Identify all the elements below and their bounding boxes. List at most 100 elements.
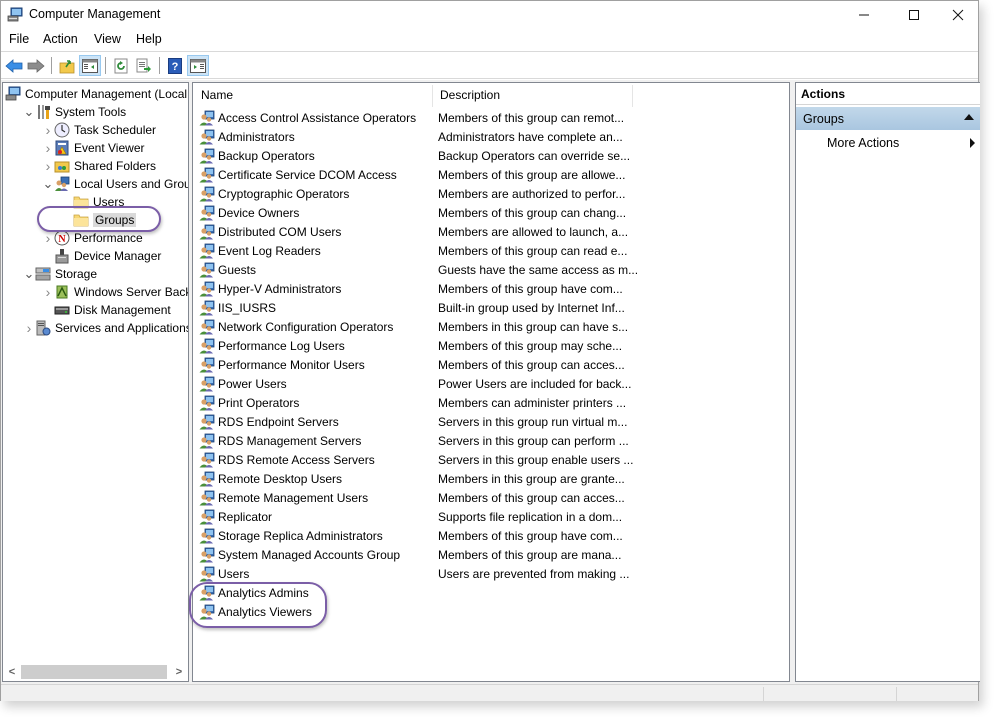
menu-view[interactable]: View [94, 32, 121, 46]
minimize-button[interactable] [841, 1, 887, 29]
group-row-performance-log-users[interactable]: Performance Log Users Members of this gro… [193, 336, 789, 355]
group-row-remote-desktop-users[interactable]: Remote Desktop Users Members in this grou… [193, 469, 789, 488]
group-row-access-control-assistance-operators[interactable]: Access Control Assistance Operators Membe… [193, 108, 789, 127]
collapse-caret-icon[interactable] [964, 114, 974, 120]
group-name: Remote Desktop Users [218, 471, 343, 486]
group-row-backup-operators[interactable]: Backup Operators Backup Operators can ove… [193, 146, 789, 165]
group-row-users[interactable]: Users Users are prevented from making ... [193, 564, 789, 583]
tree-item-users[interactable]: Users [61, 193, 124, 211]
tree-horizontal-scrollbar[interactable]: < > [4, 664, 187, 680]
tree-item-device-manager[interactable]: Device Manager [42, 247, 161, 265]
group-row-network-configuration-operators[interactable]: Network Configuration Operators Members i… [193, 317, 789, 336]
tree-item-windows-server-backup[interactable]: › Windows Server Backup [42, 283, 188, 301]
column-divider[interactable] [632, 85, 633, 107]
tree-item-label: Storage [55, 267, 98, 281]
group-name-cell: Hyper-V Administrators [199, 281, 341, 297]
tree-item-disk-management[interactable]: Disk Management [42, 301, 171, 319]
export-list-button[interactable] [133, 55, 155, 76]
tree-item-performance[interactable]: › N Performance [42, 229, 143, 247]
group-description: Servers in this group can perform ... [438, 433, 629, 448]
close-button[interactable] [935, 1, 981, 29]
group-name: RDS Remote Access Servers [218, 452, 375, 467]
collapsed-chevron-icon[interactable]: › [42, 122, 54, 138]
refresh-button[interactable] [110, 55, 132, 76]
group-row-rds-remote-access-servers[interactable]: RDS Remote Access Servers Servers in this… [193, 450, 789, 469]
tree-item-event-viewer[interactable]: › Event Viewer [42, 139, 145, 157]
group-name: Analytics Admins [218, 585, 309, 600]
scroll-left-icon[interactable]: < [4, 664, 20, 680]
tree-item-services-and-applications[interactable]: › Services and Applications [23, 319, 188, 337]
group-icon [199, 547, 215, 563]
group-row-guests[interactable]: Guests Guests have the same access as m..… [193, 260, 789, 279]
group-row-iis-iusrs[interactable]: IIS_IUSRS Built-in group used by Internet… [193, 298, 789, 317]
computer-management-icon [5, 86, 21, 102]
group-description: Members of this group have com... [438, 281, 623, 296]
group-icon [199, 528, 215, 544]
group-name-cell: Certificate Service DCOM Access [199, 167, 397, 183]
group-icon [199, 376, 215, 392]
collapsed-chevron-icon[interactable]: › [42, 284, 54, 300]
group-row-cryptographic-operators[interactable]: Cryptographic Operators Members are autho… [193, 184, 789, 203]
group-row-print-operators[interactable]: Print Operators Members can administer pr… [193, 393, 789, 412]
expanded-chevron-icon[interactable]: ⌄ [42, 177, 54, 190]
tree-item-label: Disk Management [74, 303, 171, 317]
collapsed-chevron-icon[interactable]: › [42, 230, 54, 246]
group-name: RDS Management Servers [218, 433, 362, 448]
maximize-button[interactable] [891, 1, 937, 29]
group-row-analytics-viewers[interactable]: Analytics Viewers [193, 602, 789, 621]
scroll-right-icon[interactable]: > [171, 664, 187, 680]
help-button[interactable]: ? [164, 55, 186, 76]
group-description: Members in this group are grante... [438, 471, 625, 486]
tree-item-label: Shared Folders [74, 159, 157, 173]
group-row-performance-monitor-users[interactable]: Performance Monitor Users Members of this… [193, 355, 789, 374]
tree-item-groups[interactable]: Groups [61, 211, 137, 229]
actions-group-groups[interactable]: Groups [796, 107, 980, 130]
tree-item-task-scheduler[interactable]: › Task Scheduler [42, 121, 156, 139]
group-row-rds-endpoint-servers[interactable]: RDS Endpoint Servers Servers in this grou… [193, 412, 789, 431]
tree-item-system-tools[interactable]: ⌄ System Tools [23, 103, 126, 121]
show-hide-console-tree-button[interactable] [79, 55, 101, 76]
group-row-administrators[interactable]: Administrators Administrators have comple… [193, 127, 789, 146]
group-icon [199, 452, 215, 468]
tree-item-storage[interactable]: ⌄ Storage [23, 265, 97, 283]
group-icon [199, 319, 215, 335]
up-one-level-button[interactable] [56, 55, 78, 76]
collapsed-chevron-icon[interactable]: › [42, 140, 54, 156]
group-row-distributed-com-users[interactable]: Distributed COM Users Members are allowed… [193, 222, 789, 241]
group-row-hyper-v-administrators[interactable]: Hyper-V Administrators Members of this gr… [193, 279, 789, 298]
collapsed-chevron-icon[interactable]: › [23, 320, 35, 336]
tree-item-shared-folders[interactable]: › Shared Folders [42, 157, 156, 175]
back-button[interactable] [3, 55, 25, 76]
more-actions-item[interactable]: More Actions [796, 133, 980, 153]
group-row-replicator[interactable]: Replicator Supports file replication in a… [193, 507, 789, 526]
group-name-cell: Print Operators [199, 395, 299, 411]
menu-file[interactable]: File [9, 32, 29, 46]
group-row-storage-replica-administrators[interactable]: Storage Replica Administrators Members of… [193, 526, 789, 545]
group-row-power-users[interactable]: Power Users Power Users are included for … [193, 374, 789, 393]
status-bar-separator [763, 687, 764, 701]
group-row-event-log-readers[interactable]: Event Log Readers Members of this group c… [193, 241, 789, 260]
menu-help[interactable]: Help [136, 32, 162, 46]
collapsed-chevron-icon[interactable]: › [42, 158, 54, 174]
group-name: Hyper-V Administrators [218, 281, 342, 296]
expanded-chevron-icon[interactable]: ⌄ [23, 267, 35, 280]
tree-item-computer-management-local[interactable]: Computer Management (Local [5, 85, 187, 103]
group-row-certificate-service-dcom-access[interactable]: Certificate Service DCOM Access Members o… [193, 165, 789, 184]
group-icon [199, 471, 215, 487]
column-header-name[interactable]: Name [193, 83, 433, 107]
status-bar-separator [896, 687, 897, 701]
forward-button[interactable] [25, 55, 47, 76]
group-row-device-owners[interactable]: Device Owners Members of this group can c… [193, 203, 789, 222]
expanded-chevron-icon[interactable]: ⌄ [23, 105, 35, 118]
tree-item-label: Event Viewer [74, 141, 145, 155]
scrollbar-thumb[interactable] [21, 665, 167, 679]
group-row-system-managed-accounts-group[interactable]: System Managed Accounts Group Members of … [193, 545, 789, 564]
group-row-rds-management-servers[interactable]: RDS Management Servers Servers in this gr… [193, 431, 789, 450]
tree-item-local-users-and-groups[interactable]: ⌄ Local Users and Groups [42, 175, 188, 193]
show-hide-action-pane-button[interactable] [187, 55, 209, 76]
group-row-remote-management-users[interactable]: Remote Management Users Members of this g… [193, 488, 789, 507]
column-header-description[interactable]: Description [432, 83, 632, 107]
group-row-analytics-admins[interactable]: Analytics Admins [193, 583, 789, 602]
folder-up-icon [59, 59, 75, 73]
menu-action[interactable]: Action [43, 32, 78, 46]
